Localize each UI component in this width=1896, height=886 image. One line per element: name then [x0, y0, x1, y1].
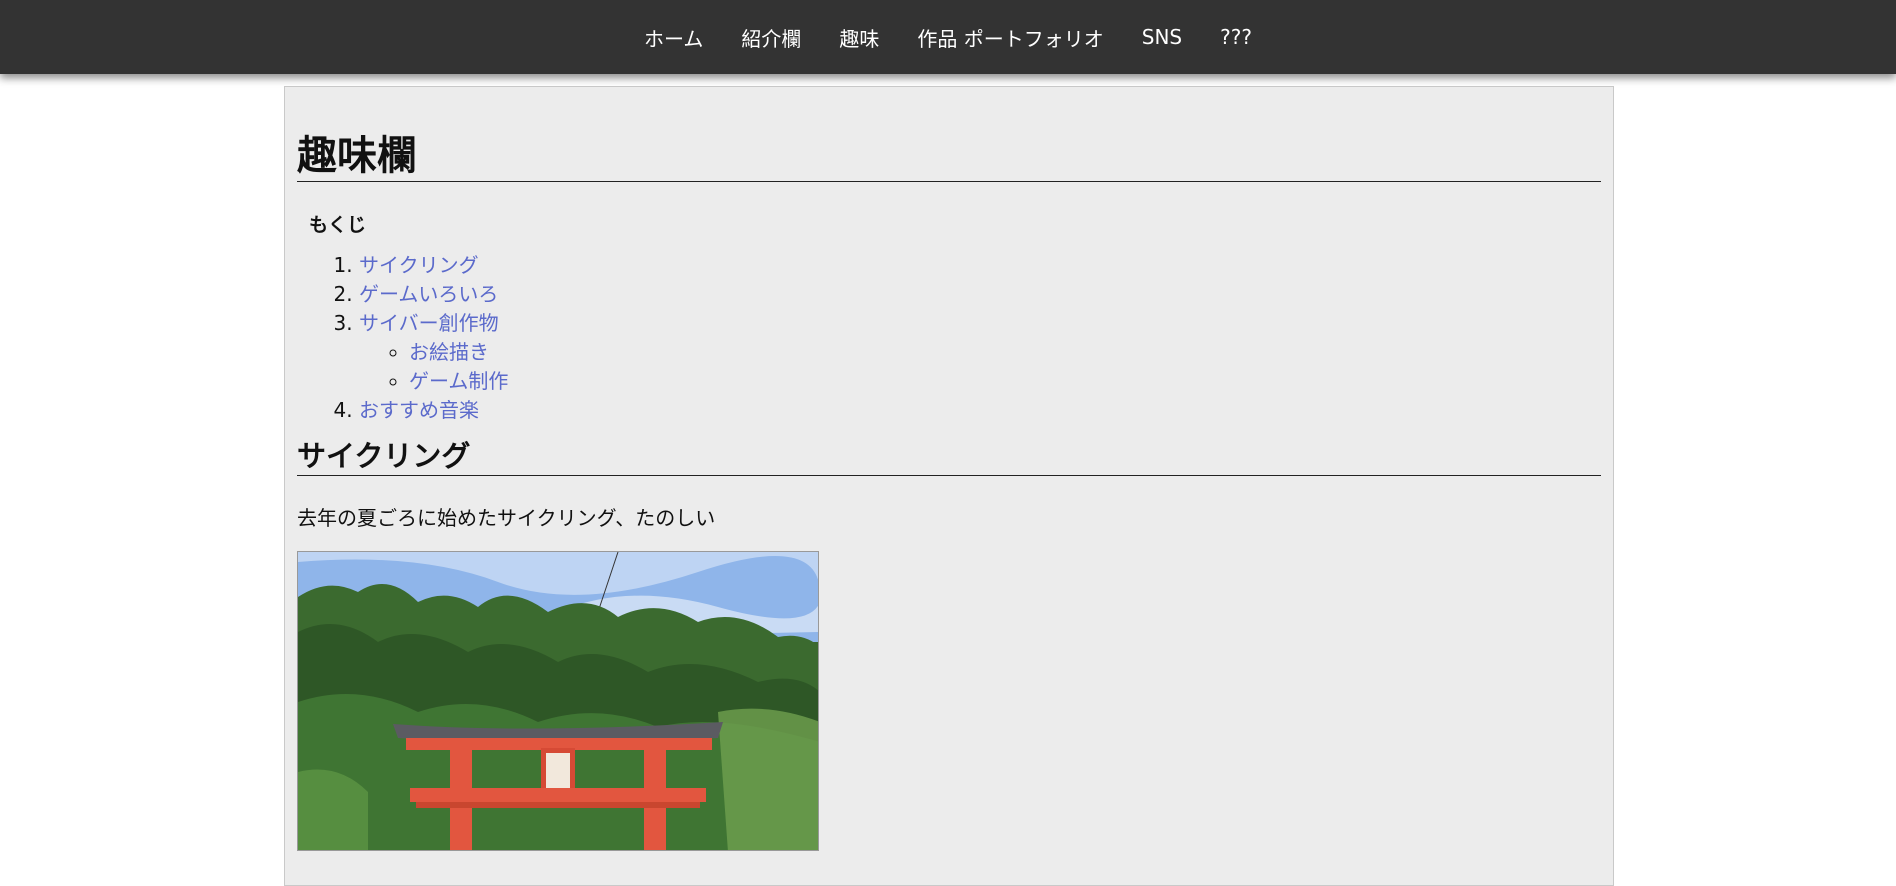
toc-link-drawing[interactable]: お絵描き	[409, 340, 489, 364]
toc-subitem: ゲーム制作	[409, 367, 1601, 396]
toc-link-cycling[interactable]: サイクリング	[359, 253, 479, 277]
nav-link-sns[interactable]: SNS	[1142, 25, 1182, 49]
nav-link-intro[interactable]: 紹介欄	[741, 23, 801, 52]
toc-item: ゲームいろいろ	[359, 280, 1601, 309]
nav-link-hobby[interactable]: 趣味	[839, 23, 879, 52]
toc-link-games[interactable]: ゲームいろいろ	[359, 282, 498, 306]
toc-item: おすすめ音楽	[359, 396, 1601, 425]
toc-link-music[interactable]: おすすめ音楽	[359, 398, 479, 422]
nav-link-mystery[interactable]: ???	[1220, 25, 1252, 49]
toc-item: サイクリング	[359, 251, 1601, 280]
main-content: 趣味欄 もくじ サイクリング ゲームいろいろ サイバー創作物 お絵描き ゲーム制…	[284, 86, 1614, 886]
top-navigation-bar: ホーム 紹介欄 趣味 作品 ポートフォリオ SNS ???	[0, 0, 1896, 74]
toc-item: サイバー創作物 お絵描き ゲーム制作	[359, 309, 1601, 396]
toc-sublist: お絵描き ゲーム制作	[359, 338, 1601, 396]
cycling-description: 去年の夏ごろに始めたサイクリング、たのしい	[297, 505, 716, 530]
nav-link-home[interactable]: ホーム	[644, 23, 703, 52]
toc-link-cyber-creations[interactable]: サイバー創作物	[359, 311, 499, 335]
toc-link-game-dev[interactable]: ゲーム制作	[409, 369, 508, 393]
toc-heading: もくじ	[309, 214, 367, 236]
toc-subitem: お絵描き	[409, 338, 1601, 367]
section-title-cycling: サイクリング	[297, 439, 1601, 476]
table-of-contents: サイクリング ゲームいろいろ サイバー創作物 お絵描き ゲーム制作 おすすめ音楽	[297, 251, 1601, 425]
page-title: 趣味欄	[297, 133, 1601, 182]
nav-link-portfolio[interactable]: 作品 ポートフォリオ	[917, 23, 1103, 52]
torii-gate-photo	[297, 550, 819, 851]
